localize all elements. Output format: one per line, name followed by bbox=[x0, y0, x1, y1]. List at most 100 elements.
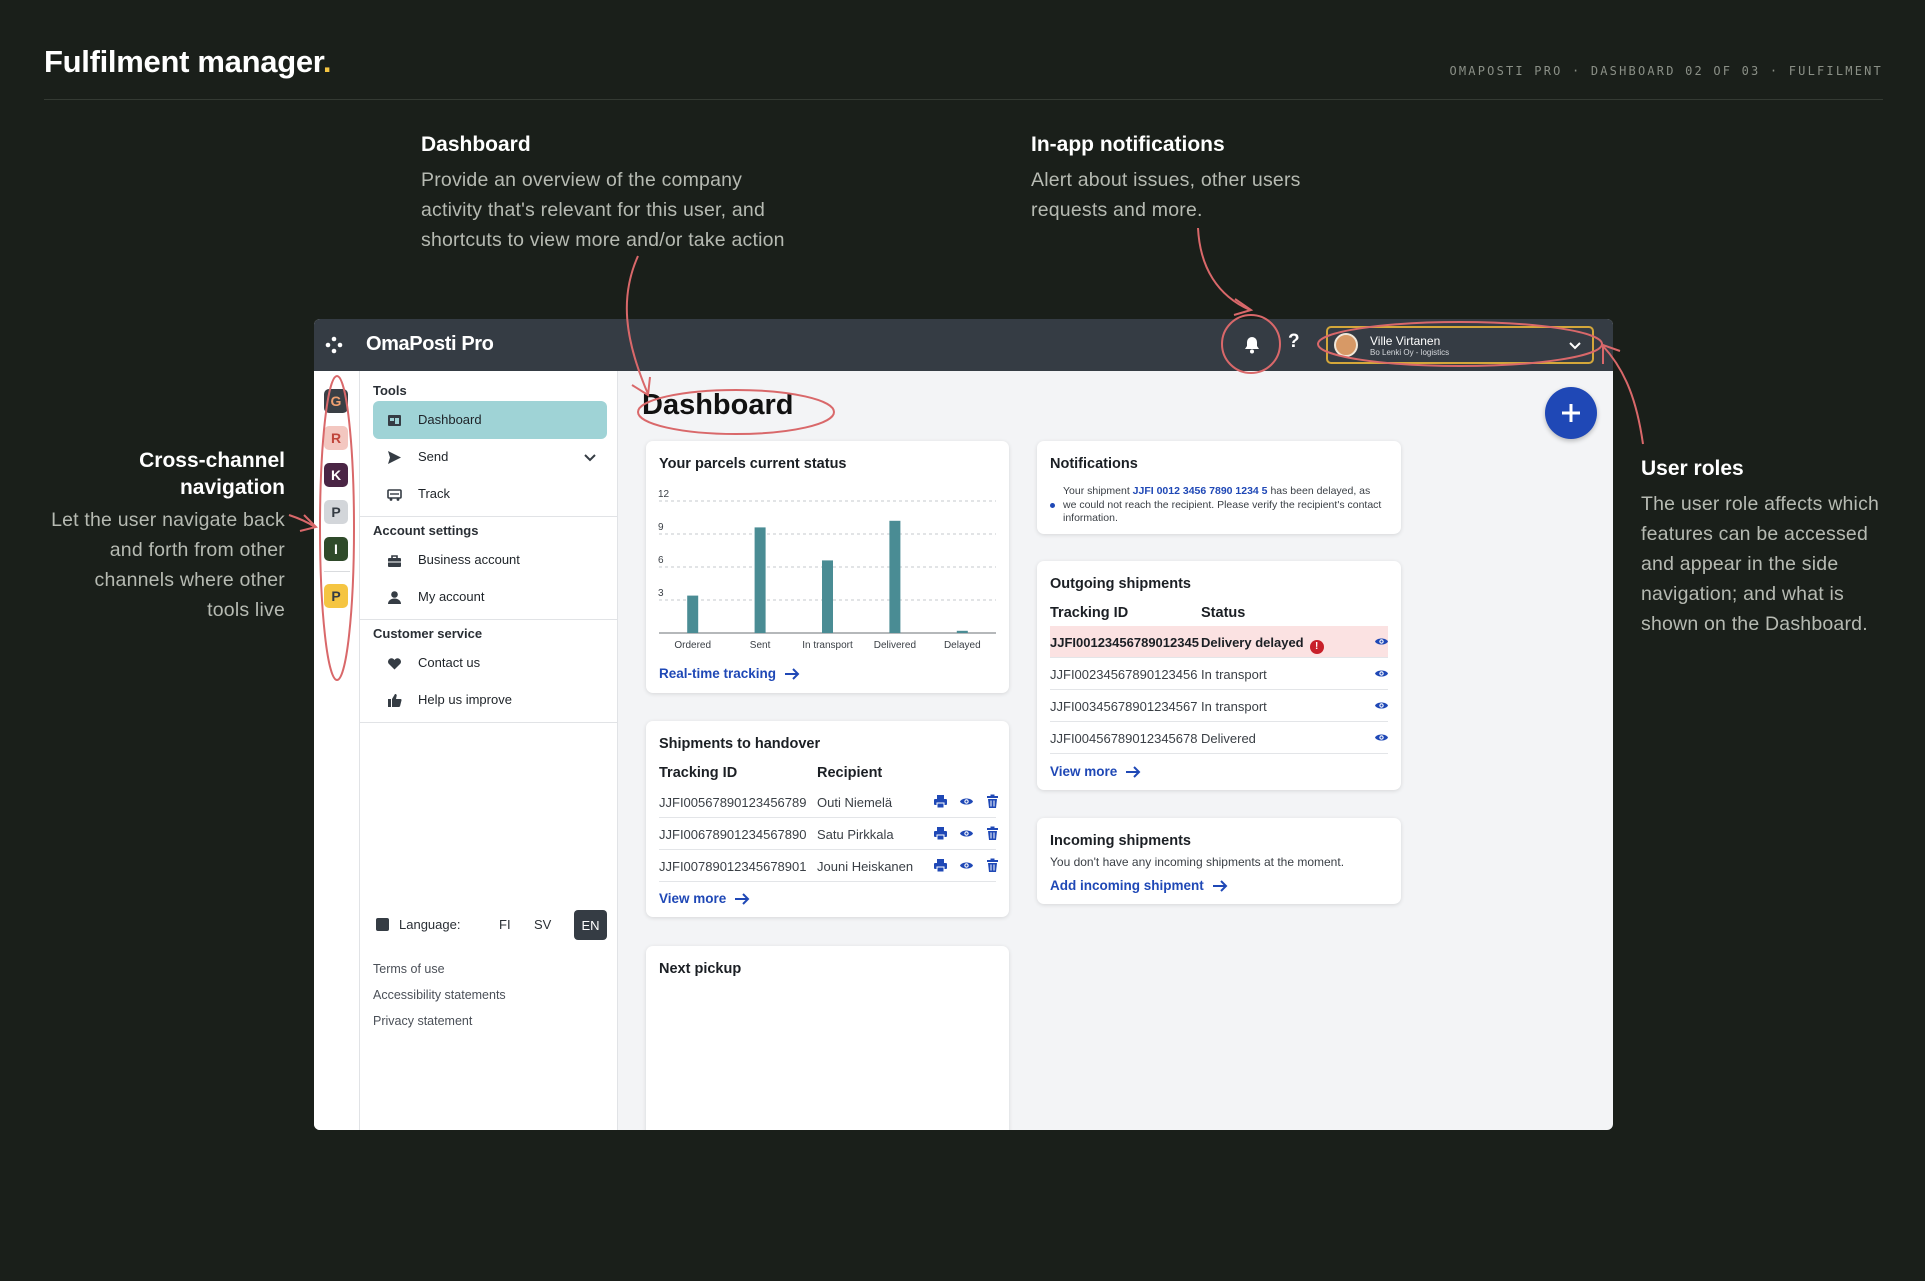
user-name: Ville Virtanen bbox=[1370, 334, 1441, 348]
y-tick-label: 12 bbox=[658, 489, 670, 500]
x-tick-label: Delayed bbox=[944, 640, 981, 651]
nav-item-contact-us[interactable]: Contact us bbox=[373, 644, 607, 682]
logo-icon bbox=[325, 336, 343, 354]
x-tick-label: Ordered bbox=[674, 640, 711, 651]
channel-rail: G R K P I P bbox=[314, 371, 360, 1130]
incoming-shipments-card: Incoming shipments You don't have any in… bbox=[1037, 818, 1401, 904]
link-label: Real-time tracking bbox=[659, 666, 777, 681]
print-icon[interactable] bbox=[933, 858, 948, 873]
arrow-right-icon bbox=[735, 892, 750, 905]
help-button[interactable]: ? bbox=[1288, 331, 1300, 353]
dashboard-icon bbox=[388, 415, 401, 426]
arrow-right-icon bbox=[1126, 765, 1141, 778]
nav-label: Business account bbox=[418, 552, 520, 567]
trash-icon[interactable] bbox=[985, 794, 1000, 809]
section-title: Account settings bbox=[373, 523, 479, 538]
recipient: Outi Niemelä bbox=[817, 795, 893, 810]
eye-icon[interactable] bbox=[959, 858, 974, 873]
eye-icon[interactable] bbox=[959, 826, 974, 841]
card-title: Notifications bbox=[1050, 456, 1138, 472]
language-icon bbox=[376, 918, 389, 931]
channel-button[interactable]: I bbox=[324, 537, 348, 561]
annotation-arrow bbox=[288, 514, 316, 528]
eye-icon[interactable] bbox=[1374, 698, 1389, 713]
footer-link-terms[interactable]: Terms of use bbox=[373, 962, 445, 976]
view-more-link[interactable]: View more bbox=[1050, 764, 1141, 779]
shipment-status: Delivered bbox=[1201, 731, 1256, 746]
x-tick-label: In transport bbox=[802, 640, 853, 651]
table-row: JJFI00234567890123456 In transport bbox=[1050, 658, 1388, 690]
main-content: Dashboard Your parcels current status 3 6… bbox=[619, 371, 1613, 1130]
trash-icon[interactable] bbox=[985, 826, 1000, 841]
section-title: Customer service bbox=[373, 626, 483, 641]
nav-divider bbox=[360, 516, 618, 517]
card-title: Shipments to handover bbox=[659, 736, 821, 752]
nav-label: Send bbox=[418, 449, 449, 464]
bar bbox=[889, 520, 901, 633]
user-menu[interactable]: Ville Virtanen Bo Lenki Oy - logistics bbox=[1326, 326, 1594, 364]
card-title: Outgoing shipments bbox=[1050, 576, 1191, 592]
annotation-arrow bbox=[1197, 227, 1251, 311]
eye-icon[interactable] bbox=[1374, 730, 1389, 745]
card-title: Your parcels current status bbox=[659, 456, 847, 472]
thumbs-up-icon bbox=[388, 694, 402, 707]
channel-button[interactable]: P bbox=[324, 584, 348, 608]
note-cross-channel: Cross-channel navigation Let the user na… bbox=[50, 447, 285, 625]
side-navigation: Tools Dashboard Send Track Account setti… bbox=[360, 371, 618, 1130]
notification-message[interactable]: Your shipment JJFI 0012 3456 7890 1234 5… bbox=[1063, 485, 1383, 526]
y-tick-label: 3 bbox=[658, 588, 664, 599]
person-icon bbox=[388, 591, 401, 604]
nav-item-help-us-improve[interactable]: Help us improve bbox=[373, 681, 607, 719]
real-time-tracking-link[interactable]: Real-time tracking bbox=[659, 666, 800, 681]
note-notifications: In-app notifications Alert about issues,… bbox=[1031, 133, 1361, 225]
print-icon[interactable] bbox=[933, 794, 948, 809]
channel-button[interactable]: R bbox=[324, 426, 348, 450]
channel-button[interactable]: K bbox=[324, 463, 348, 487]
column-header: Recipient bbox=[817, 765, 883, 781]
arrow-right-icon bbox=[1212, 879, 1228, 892]
note-body: Provide an overview of the company activ… bbox=[421, 169, 785, 251]
app-window: OmaPosti Pro ? Ville Virtanen Bo Lenki O… bbox=[314, 319, 1613, 1130]
tracking-id: JJFI00789012345678901 bbox=[659, 859, 807, 874]
tracking-id: JJFI00456789012345678 bbox=[1050, 731, 1198, 746]
nav-label: Contact us bbox=[418, 655, 481, 670]
add-button[interactable] bbox=[1545, 387, 1597, 439]
y-tick-label: 6 bbox=[658, 555, 664, 566]
print-icon[interactable] bbox=[933, 826, 948, 841]
tracking-id: JJFI00234567890123456 bbox=[1050, 667, 1198, 682]
x-tick-label: Delivered bbox=[874, 640, 916, 651]
bell-icon[interactable] bbox=[1240, 333, 1264, 357]
eye-icon[interactable] bbox=[1374, 634, 1389, 649]
chevron-down-icon[interactable] bbox=[583, 450, 597, 464]
footer-link-accessibility[interactable]: Accessibility statements bbox=[373, 988, 506, 1002]
nav-item-business-account[interactable]: Business account bbox=[373, 541, 607, 579]
note-body: The user role affects which features can… bbox=[1641, 493, 1880, 635]
header-divider bbox=[44, 99, 1883, 100]
nav-item-track[interactable]: Track bbox=[373, 475, 607, 513]
note-dashboard: Dashboard Provide an overview of the com… bbox=[421, 133, 791, 255]
language-option-en[interactable]: EN bbox=[574, 910, 607, 940]
footer-link-privacy[interactable]: Privacy statement bbox=[373, 1014, 472, 1028]
language-option-fi[interactable]: FI bbox=[499, 917, 511, 932]
arrow-head bbox=[1233, 298, 1254, 316]
channel-button[interactable]: G bbox=[324, 389, 348, 413]
bar bbox=[822, 560, 833, 633]
eye-icon[interactable] bbox=[959, 794, 974, 809]
shipment-link[interactable]: JJFI 0012 3456 7890 1234 5 bbox=[1133, 485, 1268, 497]
nav-item-dashboard[interactable]: Dashboard bbox=[373, 401, 607, 439]
view-more-link[interactable]: View more bbox=[659, 891, 750, 906]
section-title: Tools bbox=[373, 383, 407, 398]
bar bbox=[754, 527, 766, 633]
channel-button[interactable]: P bbox=[324, 500, 348, 524]
eye-icon[interactable] bbox=[1374, 666, 1389, 681]
language-selector: Language: FI SV EN bbox=[373, 910, 607, 940]
shipment-status: In transport bbox=[1201, 699, 1267, 714]
add-incoming-shipment-link[interactable]: Add incoming shipment bbox=[1050, 878, 1228, 893]
nav-item-send[interactable]: Send bbox=[373, 438, 607, 476]
trash-icon[interactable] bbox=[985, 858, 1000, 873]
language-option-sv[interactable]: SV bbox=[534, 917, 551, 932]
nav-item-my-account[interactable]: My account bbox=[373, 578, 607, 616]
note-body: Alert about issues, other users requests… bbox=[1031, 169, 1301, 221]
note-title: In-app notifications bbox=[1031, 133, 1225, 156]
card-title: Next pickup bbox=[659, 961, 742, 977]
